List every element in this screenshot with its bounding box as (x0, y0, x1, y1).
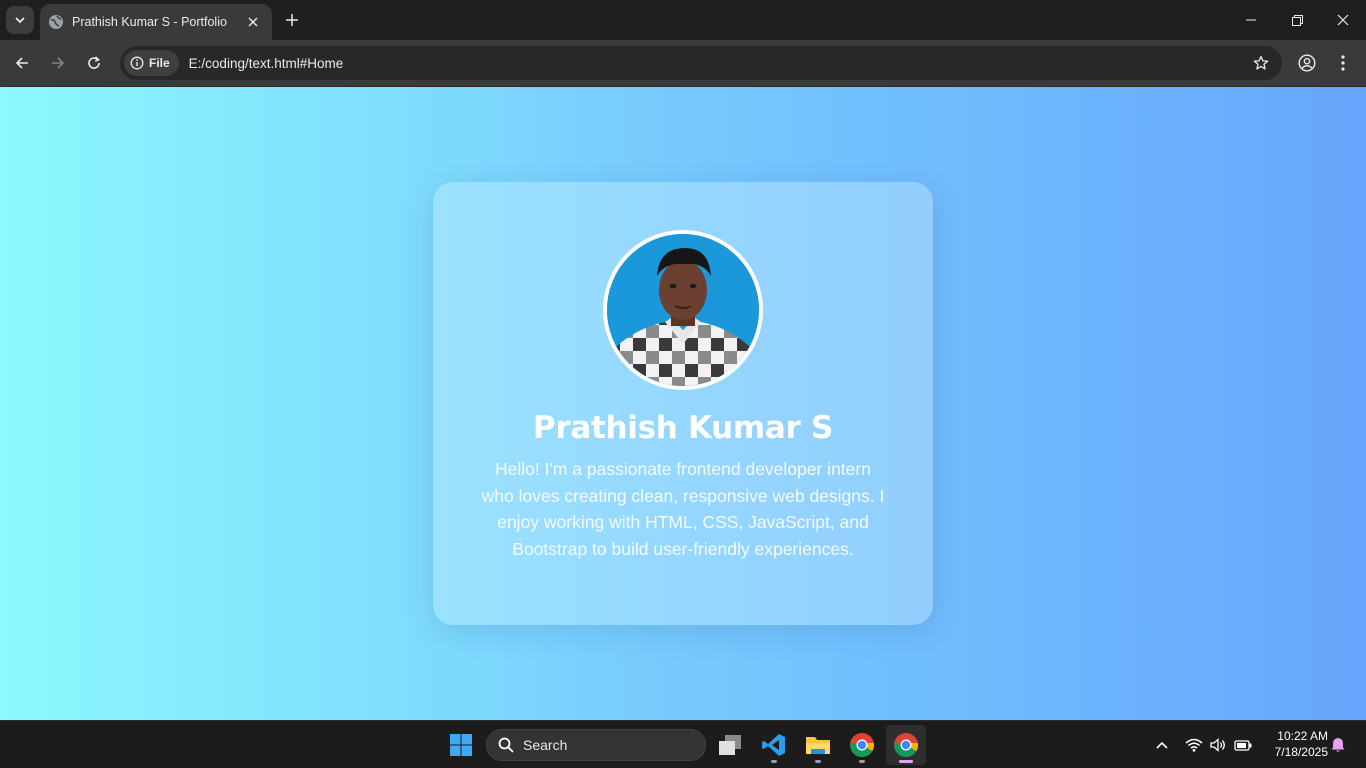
task-view-button[interactable] (710, 725, 750, 765)
active-indicator (899, 760, 913, 763)
globe-icon (48, 14, 64, 30)
tab-search-button[interactable] (6, 6, 34, 34)
battery-icon (1234, 740, 1252, 751)
plus-icon (286, 14, 298, 26)
battery-status[interactable] (1231, 733, 1255, 757)
chevron-down-icon (15, 17, 25, 24)
wifi-status[interactable] (1182, 733, 1206, 757)
running-indicator (771, 760, 777, 763)
running-indicator (815, 760, 821, 763)
system-clock[interactable]: 10:22 AM 7/18/2025 (1262, 728, 1328, 760)
profile-name: Prathish Kumar S (532, 410, 834, 446)
clock-date: 7/18/2025 (1274, 745, 1328, 759)
notifications-button[interactable] (1326, 733, 1350, 757)
profile-button[interactable] (1292, 48, 1322, 78)
chrome-icon (850, 733, 875, 757)
profile-photo (603, 230, 763, 390)
search-label: Search (523, 737, 568, 753)
chevron-up-icon (1156, 741, 1168, 749)
vscode-icon (762, 734, 785, 756)
forward-button[interactable] (43, 48, 73, 78)
browser-toolbar: File E:/coding/text.html#Home (0, 40, 1366, 87)
taskbar-file-explorer[interactable] (798, 725, 838, 765)
kebab-menu-icon (1341, 55, 1345, 71)
speaker-icon (1210, 738, 1225, 752)
folder-icon (806, 737, 830, 754)
tab-title: Prathish Kumar S - Portfolio (72, 15, 227, 29)
chrome-icon (894, 733, 919, 757)
browser-tab[interactable]: Prathish Kumar S - Portfolio (40, 4, 272, 40)
minimize-button[interactable] (1228, 0, 1274, 40)
clock-time: 10:22 AM (1277, 729, 1328, 743)
profile-icon (1298, 54, 1316, 72)
restore-icon (1291, 14, 1303, 26)
address-bar[interactable]: File E:/coding/text.html#Home (120, 46, 1282, 80)
taskbar-chrome-active[interactable] (886, 725, 926, 765)
taskbar-vscode[interactable] (754, 725, 794, 765)
task-view-icon (719, 735, 741, 755)
profile-card: Prathish Kumar S Hello! I'm a passionate… (433, 182, 933, 625)
taskbar-chrome[interactable] (842, 725, 882, 765)
search-icon (498, 737, 514, 753)
wifi-icon (1185, 738, 1203, 752)
volume-control[interactable] (1206, 733, 1230, 757)
minimize-icon (1246, 19, 1256, 21)
taskbar-search[interactable]: Search (486, 729, 706, 761)
browser-tab-strip: Prathish Kumar S - Portfolio (0, 0, 1366, 40)
profile-bio: Hello! I'm a passionate frontend develop… (481, 459, 885, 559)
url-text[interactable]: E:/coding/text.html#Home (189, 56, 1246, 71)
reload-icon (88, 56, 100, 69)
start-button[interactable] (441, 725, 481, 765)
arrow-left-icon (15, 57, 28, 69)
page-background: Prathish Kumar S Hello! I'm a passionate… (0, 87, 1366, 720)
site-info-chip[interactable]: File (124, 50, 179, 76)
back-button[interactable] (7, 48, 37, 78)
running-indicator (859, 760, 865, 763)
taskbar: Search 10:22 AM 7/18/2025 (0, 720, 1366, 768)
new-tab-button[interactable] (280, 8, 304, 32)
show-hidden-icons-button[interactable] (1150, 733, 1174, 757)
restore-button[interactable] (1274, 0, 1320, 40)
bookmark-button[interactable] (1246, 48, 1276, 78)
windows-logo-icon (450, 734, 472, 756)
info-icon (130, 56, 144, 70)
arrow-right-icon (52, 57, 65, 69)
close-window-button[interactable] (1320, 0, 1366, 40)
star-icon (1253, 55, 1269, 70)
close-tab-icon[interactable] (244, 13, 262, 31)
close-icon (1337, 14, 1349, 26)
site-info-label: File (149, 56, 170, 70)
reload-button[interactable] (79, 48, 109, 78)
bell-icon (1331, 738, 1345, 752)
menu-button[interactable] (1328, 48, 1358, 78)
